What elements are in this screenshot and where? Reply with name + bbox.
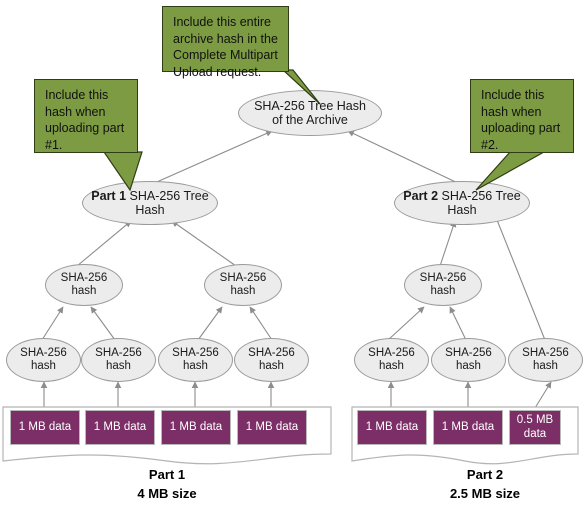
callout-part1: Include this hash when uploading part #1… xyxy=(34,79,138,153)
callout-archive-tail xyxy=(281,69,321,105)
callout-tail-layer xyxy=(102,69,547,192)
callout-part2-tail xyxy=(475,151,547,191)
callout-part1-text: Include this hash when uploading part #1… xyxy=(45,88,125,152)
callout-archive: Include this entire archive hash in the … xyxy=(162,6,289,79)
callout-part1-tail xyxy=(102,151,143,192)
diagram-canvas: Include this entire archive hash in the … xyxy=(0,0,583,513)
callout-archive-text: Include this entire archive hash in the … xyxy=(173,15,278,79)
callout-part2-text: Include this hash when uploading part #2… xyxy=(481,88,561,152)
callout-part2: Include this hash when uploading part #2… xyxy=(470,79,574,153)
